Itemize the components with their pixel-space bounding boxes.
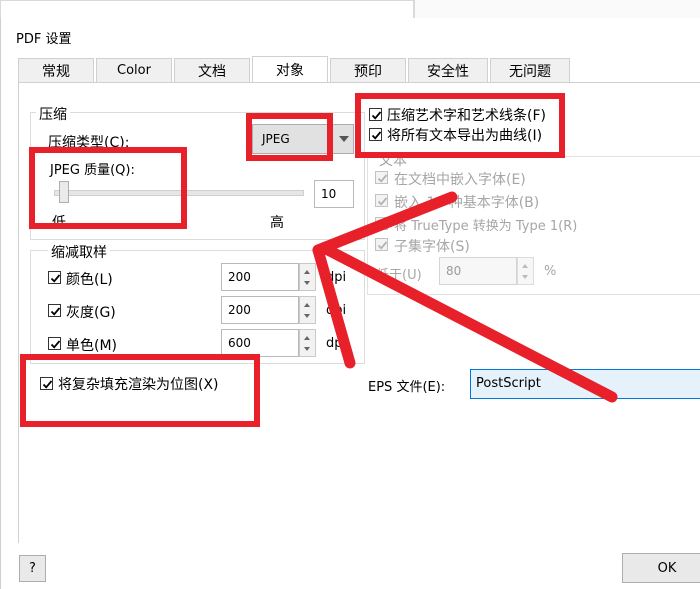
annotation-arrow — [312, 191, 618, 403]
